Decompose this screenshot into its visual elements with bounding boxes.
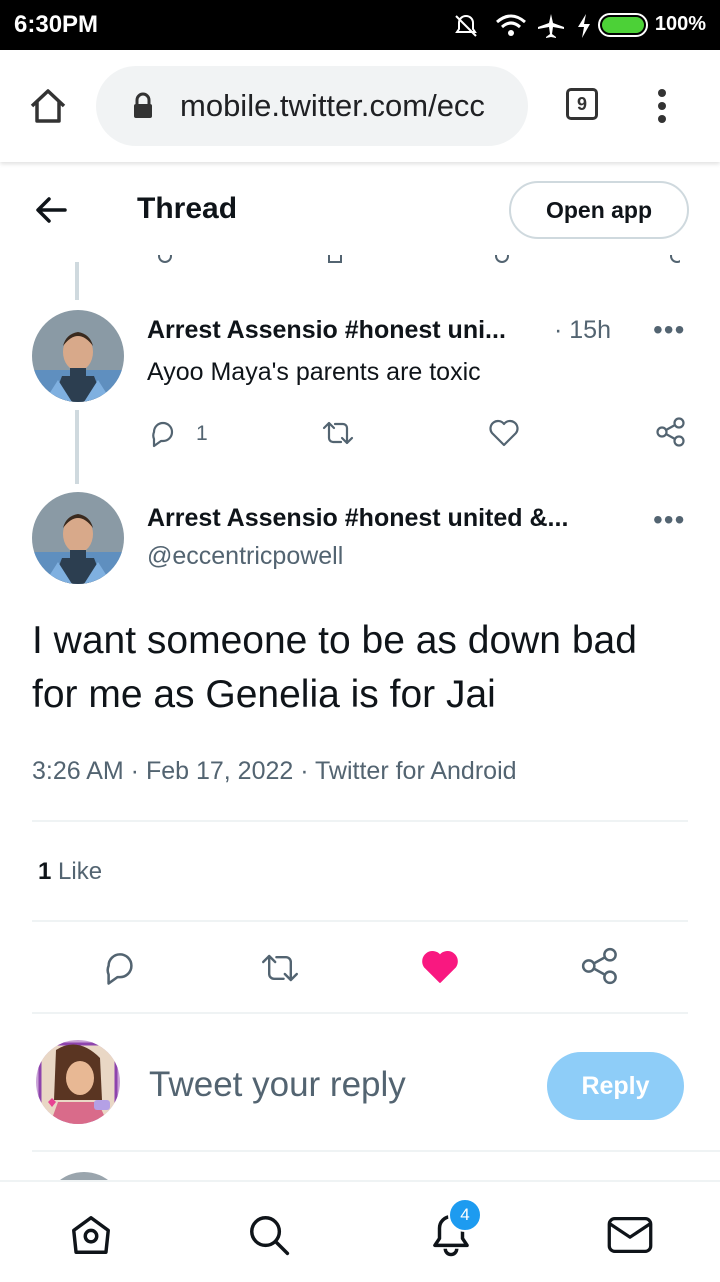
tweet-time[interactable]: · 15h: [554, 316, 611, 345]
author-name[interactable]: Arrest Assensio #honest united &...: [147, 504, 568, 533]
reply-icon[interactable]: [100, 948, 140, 986]
like-icon[interactable]: [488, 418, 520, 448]
thread-connector-line: [75, 410, 79, 484]
divider: [32, 820, 688, 822]
charging-icon: [578, 14, 590, 38]
avatar-image: [32, 492, 124, 584]
clipped-action-row: [140, 255, 680, 263]
thread-connector-line: [75, 262, 79, 300]
battery-percentage: 100%: [654, 13, 706, 35]
author-name[interactable]: Arrest Assensio #honest uni...: [147, 316, 506, 345]
bottom-navigation: 4: [0, 1180, 720, 1282]
page-title: Thread: [137, 192, 238, 225]
avatar[interactable]: [32, 492, 124, 584]
search-icon[interactable]: [246, 1212, 292, 1258]
tab-switcher-button[interactable]: 9: [566, 88, 598, 120]
retweet-icon[interactable]: [258, 950, 302, 986]
user-avatar[interactable]: [36, 1040, 120, 1124]
battery-icon: [598, 13, 648, 37]
avatar-image: [32, 310, 124, 402]
lock-icon: [134, 92, 152, 118]
overflow-menu-icon[interactable]: [652, 88, 672, 124]
home-icon[interactable]: [28, 86, 68, 126]
reply-input[interactable]: Tweet your reply: [149, 1065, 406, 1105]
tweet-text: Ayoo Maya's parents are toxic: [147, 358, 481, 386]
address-bar[interactable]: mobile.twitter.com/ecc: [96, 66, 528, 146]
likes-stat[interactable]: 1 Like: [38, 858, 102, 886]
retweet-icon[interactable]: [320, 418, 356, 448]
airplane-mode-icon: [538, 14, 564, 38]
status-bar: 6:30PM 100%: [0, 0, 720, 50]
browser-toolbar: mobile.twitter.com/ecc 9: [0, 50, 720, 162]
notifications-badge: 4: [448, 1198, 482, 1232]
likes-label: Like: [58, 858, 103, 885]
divider: [32, 920, 688, 922]
reply-icon[interactable]: [148, 418, 178, 448]
share-icon[interactable]: [580, 946, 620, 986]
wifi-icon: [496, 14, 526, 36]
divider: [32, 1150, 720, 1152]
user-avatar-image: [36, 1040, 120, 1124]
back-arrow-icon[interactable]: [35, 196, 67, 224]
url-text: mobile.twitter.com/ecc: [180, 88, 485, 123]
author-handle[interactable]: @eccentricpowell: [147, 542, 343, 571]
reply-count: 1: [196, 422, 208, 445]
status-time: 6:30PM: [14, 11, 99, 38]
tweet-meta[interactable]: 3:26 AM · Feb 17, 2022 · Twitter for And…: [32, 757, 517, 786]
share-icon[interactable]: [655, 416, 687, 448]
more-options-icon[interactable]: •••: [653, 504, 685, 536]
home-nav-icon[interactable]: [68, 1212, 114, 1258]
like-icon-filled[interactable]: [420, 948, 460, 986]
divider: [32, 1012, 688, 1014]
notifications-muted-icon: [455, 14, 477, 37]
tweet-text: I want someone to be as down bad for me …: [32, 619, 637, 716]
messages-icon[interactable]: [606, 1214, 654, 1256]
avatar[interactable]: [32, 310, 124, 402]
open-app-button[interactable]: Open app: [509, 181, 689, 239]
reply-button[interactable]: Reply: [547, 1052, 684, 1120]
more-options-icon[interactable]: •••: [653, 314, 685, 346]
likes-count: 1: [38, 858, 52, 885]
